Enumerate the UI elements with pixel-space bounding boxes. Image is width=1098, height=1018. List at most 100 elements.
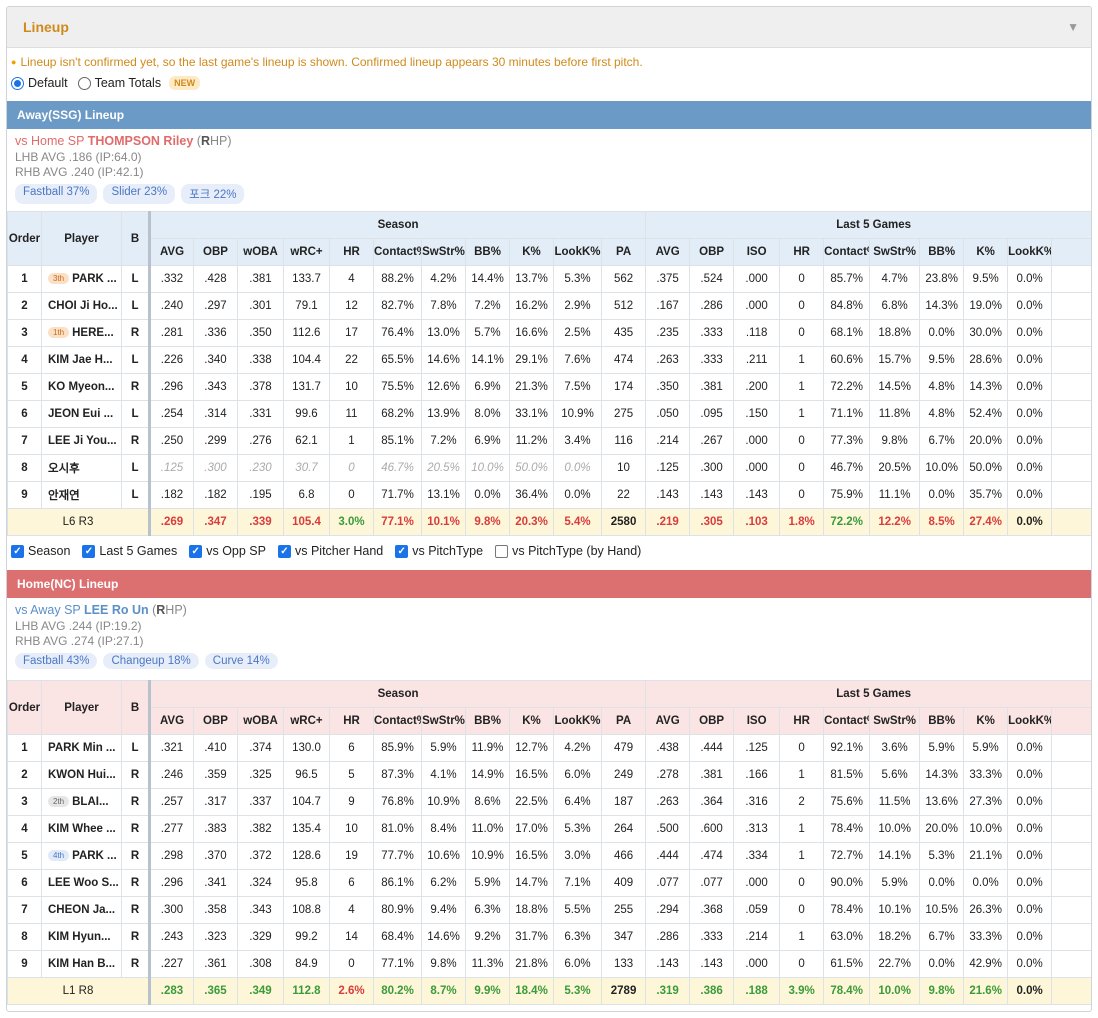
header-player[interactable]: Player xyxy=(41,680,122,735)
player-cell[interactable]: KWON Hui... xyxy=(41,761,122,789)
checkmark-icon[interactable]: ✓ xyxy=(395,544,409,558)
table-row[interactable]: 1 PARK Min ... L .321.410.374 130.0 6 85.9% 5.9… xyxy=(7,734,1091,762)
pitch-chip[interactable]: Fastball 43% xyxy=(15,653,98,669)
header-last5-col[interactable]: Contact% xyxy=(823,707,871,735)
table-row[interactable]: 7 CHEON Ja... R .300.358.343 108.8 4 80.9% 9.4%… xyxy=(7,896,1091,924)
header-last5-col[interactable]: ISO xyxy=(733,707,781,735)
player-cell[interactable]: 안재연 xyxy=(41,481,122,509)
header-season-col[interactable]: HR xyxy=(329,707,374,735)
table-row[interactable]: 9 KIM Han B... R .227.361.308 84.9 0 77.1% 9.8%… xyxy=(7,950,1091,978)
player-cell[interactable]: CHEON Ja... xyxy=(41,896,122,924)
table-row[interactable]: 4 KIM Jae H... L .226.340.338 104.4 22 65.5% 14… xyxy=(7,346,1091,374)
table-row[interactable]: 2 KWON Hui... R .246.359.325 96.5 5 87.3% 4.1% 1… xyxy=(7,761,1091,789)
header-season-col[interactable]: wRC+ xyxy=(283,707,330,735)
header-season-col[interactable]: AVG xyxy=(148,707,194,735)
player-cell[interactable]: 4th PARK ... xyxy=(41,842,122,870)
header-last5-col[interactable]: AVG xyxy=(645,238,691,266)
header-season-col[interactable]: OBP xyxy=(193,707,238,735)
header-season-col[interactable]: PA xyxy=(600,707,647,735)
player-name[interactable]: HERE... xyxy=(72,327,114,339)
sp-name[interactable]: THOMPSON Riley xyxy=(88,134,194,148)
header-season-col[interactable]: SwStr% xyxy=(421,238,466,266)
header-last5-col[interactable]: HR xyxy=(779,707,825,735)
player-cell[interactable]: 2th BLAI... xyxy=(41,788,122,816)
header-order[interactable]: Order xyxy=(7,211,42,266)
header-season-col[interactable]: Contact% xyxy=(373,707,422,735)
filter-checkbox[interactable]: ✓ vs Pitcher Hand xyxy=(277,544,383,558)
header-last5-col[interactable]: LookK% xyxy=(1007,238,1053,266)
player-cell[interactable]: 1th HERE... xyxy=(41,319,122,347)
header-last5-col[interactable]: K% xyxy=(963,238,1009,266)
player-name[interactable]: KIM Whee ... xyxy=(48,823,116,835)
player-name[interactable]: 안재연 xyxy=(48,490,80,502)
player-cell[interactable]: JEON Eui ... xyxy=(41,400,122,428)
header-bats[interactable]: B xyxy=(121,680,150,735)
header-season-col[interactable]: Contact% xyxy=(373,238,422,266)
header-season-col[interactable]: OBP xyxy=(193,238,238,266)
panel-header[interactable]: Lineup ▼ xyxy=(7,7,1091,48)
header-last5-col[interactable]: OBP xyxy=(689,707,735,735)
header-season-col[interactable]: BB% xyxy=(465,707,510,735)
player-cell[interactable]: 3th PARK ... xyxy=(41,265,122,293)
table-row[interactable]: 8 KIM Hyun... R .243.323.329 99.2 14 68.4% 14.6… xyxy=(7,923,1091,951)
header-last5-col[interactable]: BB% xyxy=(919,707,965,735)
header-last5-col[interactable]: AVG xyxy=(645,707,691,735)
table-row[interactable]: 1 3th PARK ... L .332.428.381 133.7 4 88.2% 4.2%… xyxy=(7,265,1091,293)
player-cell[interactable]: KIM Hyun... xyxy=(41,923,122,951)
checkmark-icon[interactable]: ✓ xyxy=(82,544,96,558)
pitch-chip[interactable]: Changeup 18% xyxy=(103,653,199,669)
header-season-col[interactable]: HR xyxy=(329,238,374,266)
header-season-col[interactable]: K% xyxy=(509,707,554,735)
header-bats[interactable]: B xyxy=(121,211,150,266)
player-name[interactable]: CHEON Ja... xyxy=(48,904,115,916)
table-row[interactable]: 5 KO Myeon... R .296.343.378 131.7 10 75.5% 12.… xyxy=(7,373,1091,401)
player-name[interactable]: CHOI Ji Ho... xyxy=(48,300,118,312)
player-name[interactable]: PARK ... xyxy=(72,850,117,862)
header-season-col[interactable]: LookK% xyxy=(553,707,602,735)
table-row[interactable]: 6 JEON Eui ... L .254.314.331 99.6 11 68.2% 13.… xyxy=(7,400,1091,428)
header-season-col[interactable]: K% xyxy=(509,238,554,266)
player-cell[interactable]: LEE Ji You... xyxy=(41,427,122,455)
player-cell[interactable]: KIM Jae H... xyxy=(41,346,122,374)
header-season-col[interactable]: wOBA xyxy=(237,707,284,735)
header-season-col[interactable]: SwStr% xyxy=(421,707,466,735)
player-name[interactable]: 오시후 xyxy=(48,463,80,475)
header-last5-col[interactable]: Contact% xyxy=(823,238,871,266)
table-row[interactable]: 6 LEE Woo S... R .296.341.324 95.8 6 86.1% 6.2%… xyxy=(7,869,1091,897)
header-last5-col[interactable]: SwStr% xyxy=(869,707,921,735)
player-name[interactable]: KO Myeon... xyxy=(48,381,114,393)
radio-team-totals-circle[interactable] xyxy=(77,76,91,90)
checkmark-icon[interactable]: ✓ xyxy=(189,544,203,558)
player-cell[interactable]: KIM Whee ... xyxy=(41,815,122,843)
header-last5-col[interactable]: LookK% xyxy=(1007,707,1053,735)
table-row[interactable]: 3 1th HERE... R .281.336.350 112.6 17 76.4% 13.0… xyxy=(7,319,1091,347)
player-name[interactable]: KIM Han B... xyxy=(48,958,115,970)
player-cell[interactable]: LEE Woo S... xyxy=(41,869,122,897)
table-row[interactable]: 2 CHOI Ji Ho... L .240.297.301 79.1 12 82.7% 7.… xyxy=(7,292,1091,320)
player-name[interactable]: PARK Min ... xyxy=(48,742,116,754)
table-row[interactable]: 5 4th PARK ... R .298.370.372 128.6 19 77.7% 10.… xyxy=(7,842,1091,870)
radio-default-circle[interactable] xyxy=(11,76,24,90)
checkmark-icon[interactable]: ✓ xyxy=(11,544,24,558)
table-row[interactable]: 7 LEE Ji You... R .250.299.276 62.1 1 85.1% 7.2… xyxy=(7,427,1091,455)
filter-checkbox[interactable]: ✓ vs Opp SP xyxy=(189,544,266,558)
pitch-chip[interactable]: 포크 22% xyxy=(181,184,245,204)
header-last5-col[interactable]: ISO xyxy=(733,238,781,266)
header-player[interactable]: Player xyxy=(41,211,122,266)
header-season-col[interactable]: PA xyxy=(600,238,647,266)
sp-name[interactable]: LEE Ro Un xyxy=(84,603,149,617)
header-season-col[interactable]: LookK% xyxy=(553,238,602,266)
player-cell[interactable]: PARK Min ... xyxy=(41,734,122,762)
player-cell[interactable]: CHOI Ji Ho... xyxy=(41,292,122,320)
filter-checkbox[interactable]: ✓ Season xyxy=(11,544,70,558)
player-name[interactable]: LEE Ji You... xyxy=(48,435,117,447)
player-name[interactable]: BLAI... xyxy=(72,796,108,808)
player-cell[interactable]: 오시후 xyxy=(41,454,122,482)
radio-team-totals[interactable]: Team Totals xyxy=(77,76,161,90)
radio-default[interactable]: Default xyxy=(11,76,68,90)
player-name[interactable]: LEE Woo S... xyxy=(48,877,119,889)
collapse-caret-icon[interactable]: ▼ xyxy=(1067,20,1079,34)
header-order[interactable]: Order xyxy=(7,680,42,735)
header-last5-col[interactable]: OBP xyxy=(689,238,735,266)
player-name[interactable]: KIM Jae H... xyxy=(48,354,113,366)
